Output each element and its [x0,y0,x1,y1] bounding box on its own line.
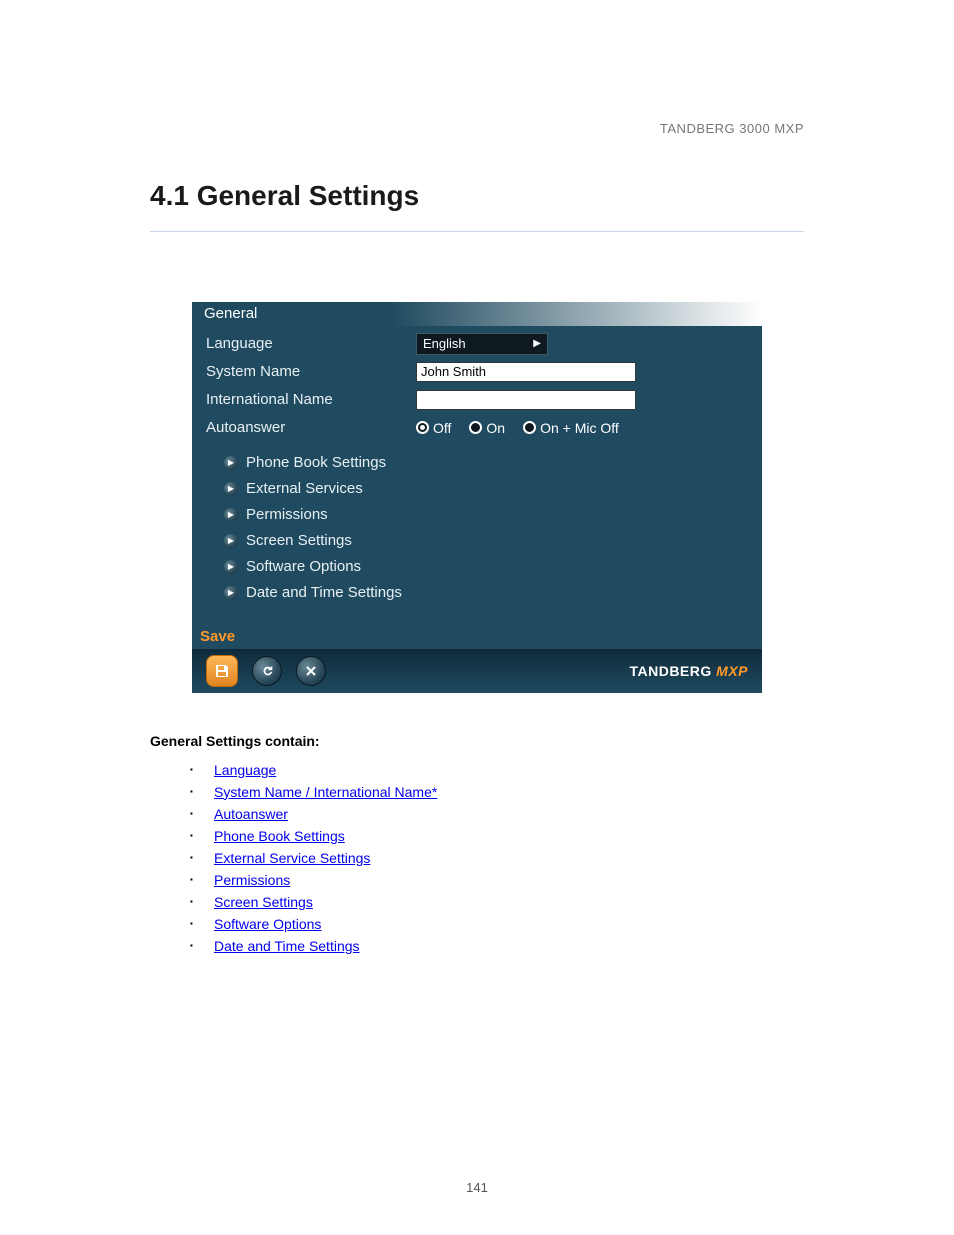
radio-icon [416,421,429,434]
panel-nav-label: Screen Settings [246,532,352,549]
list-item: Phone Book Settings [190,825,804,847]
panel-nav-item[interactable]: ▶ Phone Book Settings [224,450,748,476]
link-permissions[interactable]: Permissions [214,872,290,888]
intro-text: General Settings contain: [150,733,804,749]
autoanswer-option-off[interactable]: Off [416,420,451,436]
save-label: Save [192,628,762,649]
radio-label: Off [433,420,451,436]
floppy-icon [214,663,230,679]
panel-nav-label: Software Options [246,558,361,575]
list-item: Language [190,759,804,781]
link-phone-book[interactable]: Phone Book Settings [214,828,345,844]
link-date-time[interactable]: Date and Time Settings [214,938,360,954]
radio-label: On [486,420,505,436]
save-button[interactable] [206,655,238,687]
panel-nav-item[interactable]: ▶ Date and Time Settings [224,580,748,606]
link-screen-settings[interactable]: Screen Settings [214,894,313,910]
panel-nav-label: External Services [246,480,363,497]
language-dropdown[interactable]: English ▶ [416,333,548,355]
refresh-icon [260,664,274,678]
list-item: Software Options [190,913,804,935]
panel-nav-item[interactable]: ▶ Screen Settings [224,528,748,554]
international-name-label: International Name [206,391,416,408]
brand-logo: TANDBERG MXP [629,663,748,679]
brand-name: TANDBERG [629,663,711,679]
list-item: Date and Time Settings [190,935,804,957]
radio-label: On + Mic Off [540,420,619,436]
system-name-label: System Name [206,363,416,380]
panel-nav-label: Permissions [246,506,328,523]
link-autoanswer[interactable]: Autoanswer [214,806,288,822]
list-item: Screen Settings [190,891,804,913]
system-name-input[interactable] [416,362,636,382]
list-item: Permissions [190,869,804,891]
autoanswer-option-on[interactable]: On [469,420,505,436]
play-icon: ▶ [224,586,238,600]
panel-title: General [192,302,762,326]
panel-nav-item[interactable]: ▶ Software Options [224,554,748,580]
link-list: Language System Name / International Nam… [150,749,804,957]
page-number: 141 [0,1180,954,1195]
language-label: Language [206,335,416,352]
play-icon: ▶ [224,482,238,496]
play-icon: ▶ [224,508,238,522]
list-item: System Name / International Name* [190,781,804,803]
language-value: English [423,334,466,354]
divider [150,231,804,232]
panel-nav-label: Phone Book Settings [246,454,386,471]
link-language[interactable]: Language [214,762,276,778]
refresh-button[interactable] [252,656,282,686]
international-name-input[interactable] [416,390,636,410]
close-button[interactable] [296,656,326,686]
doc-header-product: TANDBERG 3000 MXP [660,121,804,136]
list-item: Autoanswer [190,803,804,825]
general-settings-panel: General Language English ▶ System Name I… [192,302,762,693]
link-external-service[interactable]: External Service Settings [214,850,370,866]
radio-icon [469,421,482,434]
play-icon: ▶ [224,560,238,574]
list-item: External Service Settings [190,847,804,869]
chevron-right-icon: ▶ [533,334,541,354]
link-software-options[interactable]: Software Options [214,916,321,932]
panel-nav-item[interactable]: ▶ External Services [224,476,748,502]
brand-suffix: MXP [716,663,748,679]
panel-nav-item[interactable]: ▶ Permissions [224,502,748,528]
play-icon: ▶ [224,456,238,470]
close-icon [305,665,317,677]
section-title: 4.1 General Settings [150,180,804,212]
autoanswer-label: Autoanswer [206,419,416,436]
autoanswer-option-on-mic-off[interactable]: On + Mic Off [523,420,619,436]
link-system-name[interactable]: System Name / International Name* [214,784,437,800]
play-icon: ▶ [224,534,238,548]
radio-icon [523,421,536,434]
panel-nav-label: Date and Time Settings [246,584,402,601]
